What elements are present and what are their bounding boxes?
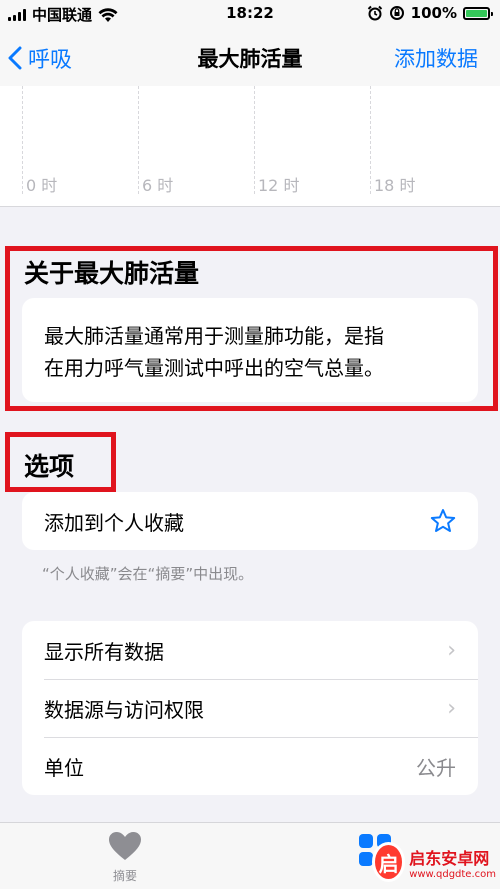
- add-to-favorites-label: 添加到个人收藏: [44, 510, 184, 535]
- divider: [0, 206, 500, 207]
- about-text-line: 在用力呼气量测试中呼出的空气总量。: [44, 356, 384, 380]
- about-card: 最大肺活量通常用于测量肺功能，是指 在用力呼气量测试中呼出的空气总量。: [22, 298, 478, 402]
- unit-value: 公升: [416, 755, 456, 780]
- about-text-line: 最大肺活量通常用于测量肺功能，是指: [44, 324, 384, 348]
- chevron-right-icon: ›: [447, 695, 456, 721]
- chart-tick-label: 6 时: [142, 176, 174, 195]
- tab-summary[interactable]: 摘要: [100, 831, 150, 884]
- watermark-text: 启东安卓网 www.qdgdte.com: [409, 845, 496, 880]
- chart-gridline: [138, 86, 139, 194]
- add-to-favorites-row[interactable]: 添加到个人收藏: [22, 492, 478, 550]
- heart-icon: [109, 832, 141, 860]
- favorites-footnote: “个人收藏”会在“摘要”中出现。: [42, 565, 254, 583]
- star-icon[interactable]: [430, 508, 456, 534]
- chart-area: 0 时 6 时 12 时 18 时: [0, 86, 500, 206]
- data-sources-access-row[interactable]: 数据源与访问权限 ›: [22, 679, 478, 737]
- row-label: 显示所有数据: [44, 639, 164, 664]
- watermark-title: 启东安卓网: [409, 848, 490, 868]
- tab-summary-label: 摘要: [112, 869, 137, 883]
- battery-icon: [463, 6, 493, 20]
- chart-gridline: [254, 86, 255, 194]
- alarm-icon: [367, 5, 382, 21]
- add-data-button[interactable]: 添加数据: [394, 43, 478, 73]
- about-heading: 关于最大肺活量: [24, 259, 200, 288]
- favorite-card: 添加到个人收藏: [22, 492, 478, 550]
- battery-percent: 100%: [410, 4, 457, 22]
- options-heading: 选项: [24, 452, 75, 481]
- chart-tick-label: 18 时: [374, 176, 416, 195]
- chart-tick-label: 0 时: [26, 176, 58, 195]
- status-bar: 中国联通 18:22 100%: [0, 0, 500, 26]
- row-label: 数据源与访问权限: [44, 697, 204, 722]
- watermark-logo: 启: [372, 842, 406, 882]
- data-options-card: 显示所有数据 › 数据源与访问权限 › 单位 公升: [22, 621, 478, 795]
- chevron-right-icon: ›: [447, 637, 456, 663]
- chart-tick-label: 12 时: [258, 176, 300, 195]
- row-label: 单位: [44, 755, 84, 780]
- unit-row[interactable]: 单位 公升: [22, 737, 478, 795]
- chart-gridline: [22, 86, 23, 194]
- show-all-data-row[interactable]: 显示所有数据 ›: [22, 621, 478, 679]
- status-right: 100%: [367, 4, 493, 22]
- watermark-url: www.qdgdte.com: [409, 868, 496, 880]
- watermark: 启 启东安卓网 www.qdgdte.com: [372, 838, 496, 886]
- orientation-lock-icon: [389, 6, 404, 20]
- navigation-bar: 呼吸 最大肺活量 添加数据: [0, 26, 500, 86]
- chart-gridline: [370, 86, 371, 194]
